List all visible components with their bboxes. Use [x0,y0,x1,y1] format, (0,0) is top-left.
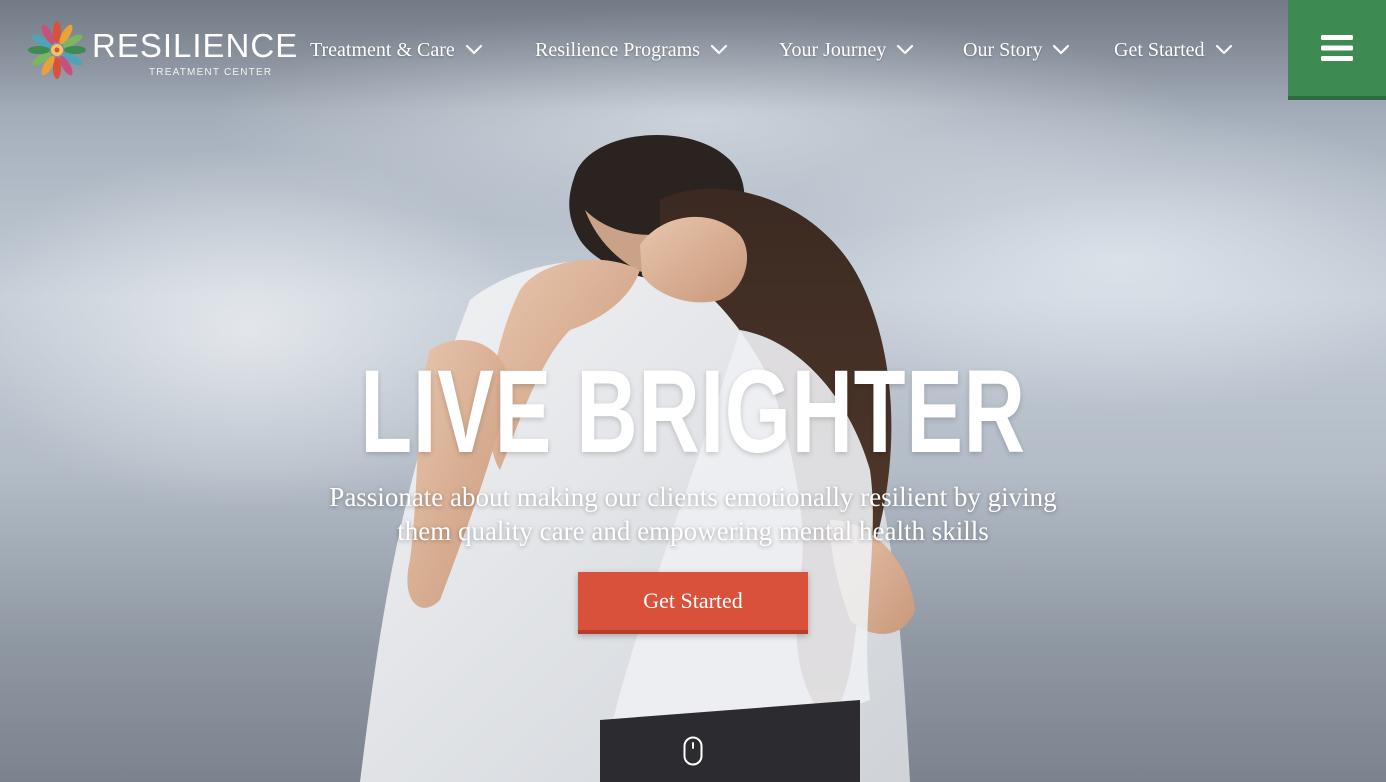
nav-item-label: Treatment & Care [310,38,455,61]
mouse-scroll-icon[interactable] [683,736,703,766]
hamburger-menu-icon [1321,35,1353,61]
nav-item-label: Your Journey [779,38,887,61]
flower-burst-icon [28,21,86,79]
hero-subtitle-line-2: them quality care and empowering mental … [397,516,989,546]
nav-item-resilience-programs[interactable]: Resilience Programs [535,30,728,70]
chevron-down-icon [897,44,914,55]
nav-item-label: Resilience Programs [535,38,700,61]
chevron-down-icon [465,44,482,55]
nav-item-get-started[interactable]: Get Started [1114,30,1233,70]
chevron-down-icon [1053,44,1070,55]
hero-headline: LIVE BRIGHTER [360,346,1026,478]
menu-button[interactable] [1288,0,1386,100]
brand-logo[interactable]: RESILIENCE TREATMENT CENTER [26,18,297,84]
nav-item-our-story[interactable]: Our Story [963,30,1070,70]
chevron-down-icon [1215,44,1232,55]
chevron-down-icon [710,44,728,55]
nav-item-label: Get Started [1114,38,1205,61]
get-started-button[interactable]: Get Started [578,572,808,634]
brand-subtitle: TREATMENT CENTER [149,67,273,78]
hero-subtitle-line-1: Passionate about making our clients emot… [329,482,1057,512]
nav-item-treatment-care[interactable]: Treatment & Care [310,30,483,70]
nav-item-your-journey[interactable]: Your Journey [779,30,914,70]
brand-name: RESILIENCE [92,27,299,64]
hero-subtitle: Passionate about making our clients emot… [243,480,1143,548]
nav-item-label: Our Story [963,38,1043,61]
